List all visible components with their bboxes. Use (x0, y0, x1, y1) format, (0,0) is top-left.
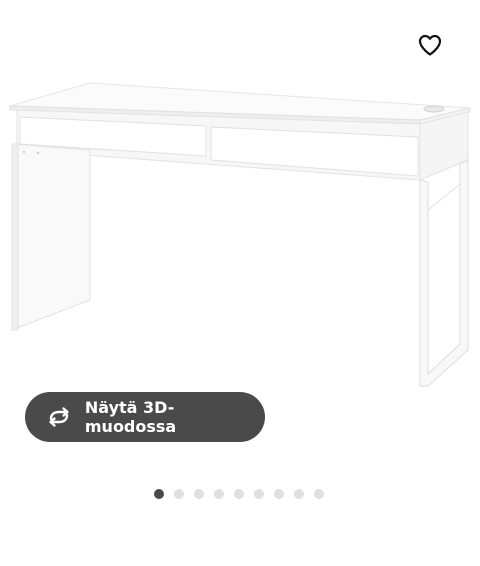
favorite-button[interactable] (412, 28, 448, 62)
rotate-arrows-icon (45, 405, 75, 429)
carousel-dot-3[interactable] (194, 489, 204, 499)
view-3d-button[interactable]: Näytä 3D-muodossa (25, 392, 265, 442)
product-image (9, 82, 471, 387)
carousel-dot-1[interactable] (154, 489, 164, 499)
carousel-dot-4[interactable] (214, 489, 224, 499)
carousel-dot-6[interactable] (254, 489, 264, 499)
carousel-dot-8[interactable] (294, 489, 304, 499)
carousel-dot-2[interactable] (174, 489, 184, 499)
carousel-dot-9[interactable] (314, 489, 324, 499)
carousel-dot-5[interactable] (234, 489, 244, 499)
carousel-dot-7[interactable] (274, 489, 284, 499)
view-3d-label: Näytä 3D-muodossa (84, 398, 177, 436)
heart-outline-icon (418, 34, 442, 56)
carousel-pagination (154, 489, 324, 499)
